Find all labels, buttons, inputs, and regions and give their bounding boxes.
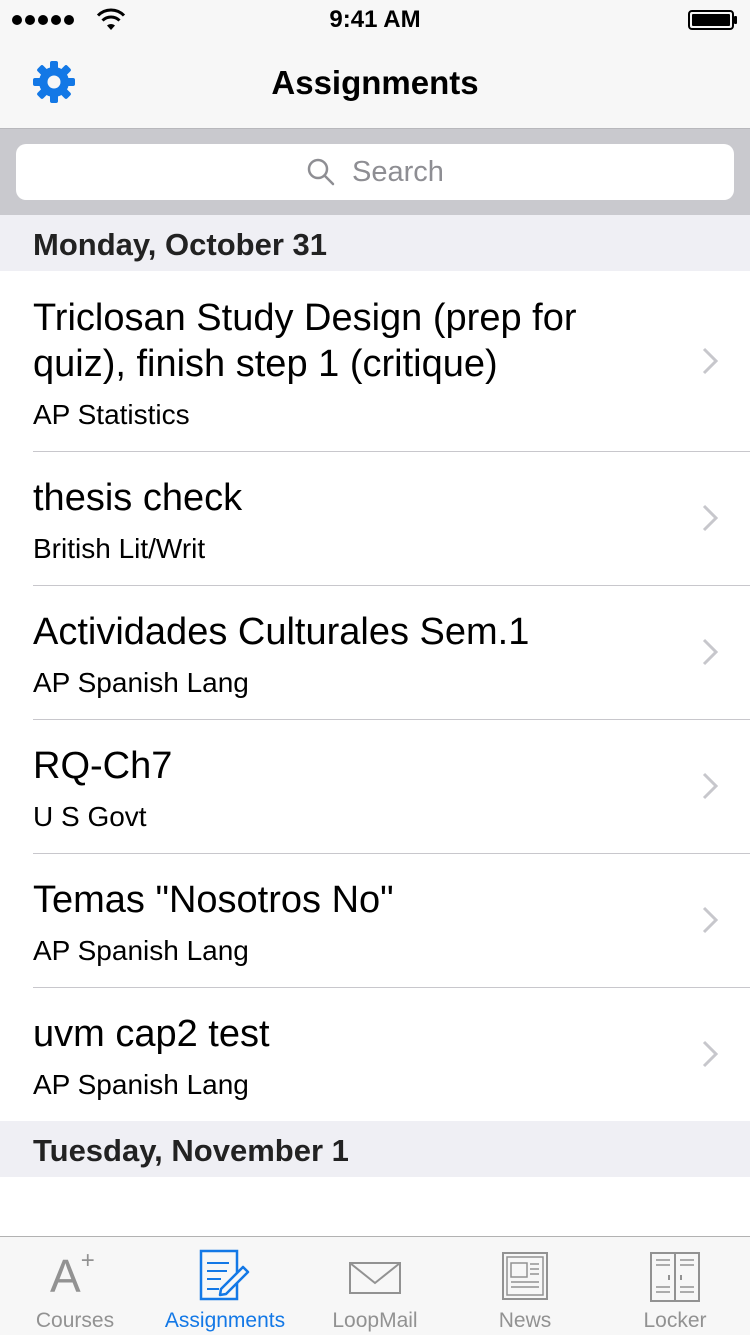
- tab-label: Locker: [643, 1309, 707, 1332]
- tab-locker[interactable]: Locker: [600, 1237, 750, 1335]
- chevron-right-icon: [702, 638, 718, 666]
- pencil-paper-icon: [199, 1249, 250, 1301]
- assignment-row[interactable]: Triclosan Study Design (prep for quiz), …: [0, 271, 750, 451]
- assignment-course: British Lit/Writ: [33, 533, 206, 564]
- assignment-row[interactable]: uvm cap2 test AP Spanish Lang: [0, 987, 750, 1121]
- tab-loopmail[interactable]: LoopMail: [300, 1237, 450, 1335]
- search-bar: [0, 129, 750, 215]
- tab-bar: A+ Courses Assignments LoopMail News Loc…: [0, 1236, 750, 1335]
- assignment-course: AP Statistics: [33, 399, 190, 430]
- assignment-title: Temas "Nosotros No": [33, 879, 394, 921]
- assignment-title: RQ-Ch7: [33, 745, 173, 787]
- assignment-list: Monday, October 31 Triclosan Study Desig…: [0, 215, 750, 1236]
- tab-label: LoopMail: [332, 1309, 418, 1332]
- assignment-course: U S Govt: [33, 801, 147, 832]
- status-time: 9:41 AM: [329, 6, 421, 33]
- chevron-right-icon: [702, 504, 718, 532]
- chevron-right-icon: [702, 772, 718, 800]
- assignment-title: thesis check: [33, 477, 243, 519]
- page-title: Assignments: [271, 64, 479, 101]
- tab-courses[interactable]: A+ Courses: [0, 1237, 150, 1335]
- status-bar: 9:41 AM: [0, 0, 750, 40]
- tab-label: Assignments: [164, 1309, 286, 1332]
- assignment-row[interactable]: Actividades Culturales Sem.1 AP Spanish …: [0, 585, 750, 719]
- a-plus-icon: A+: [50, 1247, 95, 1302]
- assignment-course: AP Spanish Lang: [33, 1069, 249, 1100]
- envelope-icon: [349, 1262, 401, 1294]
- assignment-course: AP Spanish Lang: [33, 667, 249, 698]
- search-field[interactable]: [16, 144, 734, 200]
- section-header: Monday, October 31: [0, 215, 750, 271]
- search-input[interactable]: [350, 154, 444, 190]
- chevron-right-icon: [702, 347, 718, 375]
- tab-label: Courses: [35, 1309, 115, 1332]
- tab-news[interactable]: News: [450, 1237, 600, 1335]
- tab-assignments[interactable]: Assignments: [150, 1237, 300, 1335]
- assignment-course: AP Spanish Lang: [33, 935, 249, 966]
- assignment-row[interactable]: Temas "Nosotros No" AP Spanish Lang: [0, 853, 750, 987]
- assignment-row[interactable]: thesis check British Lit/Writ: [0, 451, 750, 585]
- assignment-row[interactable]: RQ-Ch7 U S Govt: [0, 719, 750, 853]
- assignment-title: uvm cap2 test: [33, 1013, 270, 1055]
- assignment-title: Triclosan Study Design (prep for quiz), …: [33, 297, 577, 385]
- section-header: Tuesday, November 1: [0, 1121, 750, 1177]
- chevron-right-icon: [702, 1040, 718, 1068]
- assignment-title: Actividades Culturales Sem.1: [33, 611, 530, 653]
- navigation-bar: Assignments: [0, 40, 750, 129]
- battery-icon: [688, 10, 737, 30]
- tab-label: News: [498, 1309, 552, 1332]
- locker-icon: [650, 1252, 700, 1302]
- newspaper-icon: [502, 1252, 548, 1300]
- search-icon: [307, 158, 335, 186]
- chevron-right-icon: [702, 906, 718, 934]
